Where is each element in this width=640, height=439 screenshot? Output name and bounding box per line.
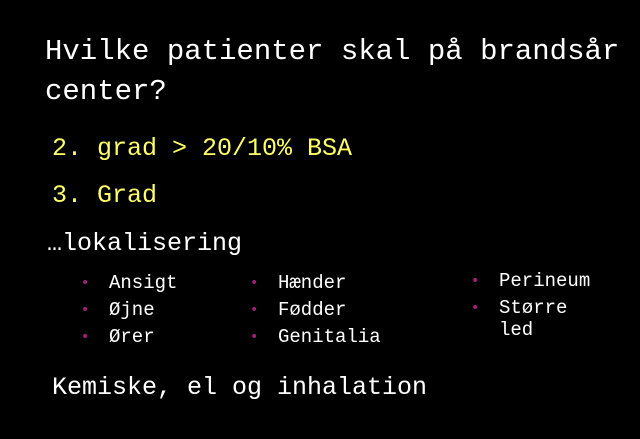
slide: Hvilke patienter skal på brandsår center… (0, 0, 640, 439)
list-item-label: Hænder (278, 272, 347, 294)
bullet-icon: • (471, 273, 480, 289)
list-item: • Øjne (81, 297, 177, 324)
localisation-list-column-1: • Ansigt • Øjne • Ører (81, 270, 177, 351)
bullet-icon: • (250, 302, 259, 318)
list-item-label: Øjne (109, 299, 155, 321)
list-item-label: Genitalia (278, 326, 381, 348)
list-item-label: Ansigt (109, 272, 178, 294)
grade2-criterion: 2. grad > 20/10% BSA (52, 134, 353, 163)
list-item: • Hænder (250, 270, 381, 297)
list-item-label: Perineum (499, 270, 591, 292)
list-item: • Ører (81, 324, 177, 351)
bullet-icon: • (471, 300, 480, 316)
list-item: • Fødder (250, 297, 381, 324)
bullet-icon: • (250, 329, 259, 345)
bullet-icon: • (81, 275, 90, 291)
list-item-label: Fødder (278, 299, 347, 321)
list-item: • Ansigt (81, 270, 177, 297)
localisation-heading: …lokalisering (47, 229, 243, 258)
list-item: • Genitalia (250, 324, 381, 351)
list-item-label: Større led (499, 297, 568, 341)
bullet-icon: • (81, 302, 90, 318)
localisation-list-column-3: • Perineum • Større led (471, 270, 609, 346)
list-item: • Større led (471, 297, 609, 341)
slide-title: Hvilke patienter skal på brandsår center… (45, 35, 620, 108)
chemical-electrical-inhalation-criterion: Kemiske, el og inhalation (52, 373, 428, 402)
list-item-label: Ører (109, 326, 155, 348)
localisation-list-column-2: • Hænder • Fødder • Genitalia (250, 270, 381, 351)
bullet-icon: • (250, 275, 259, 291)
grade3-criterion: 3. Grad (52, 181, 158, 210)
list-item: • Perineum (471, 270, 609, 292)
bullet-icon: • (81, 329, 90, 345)
